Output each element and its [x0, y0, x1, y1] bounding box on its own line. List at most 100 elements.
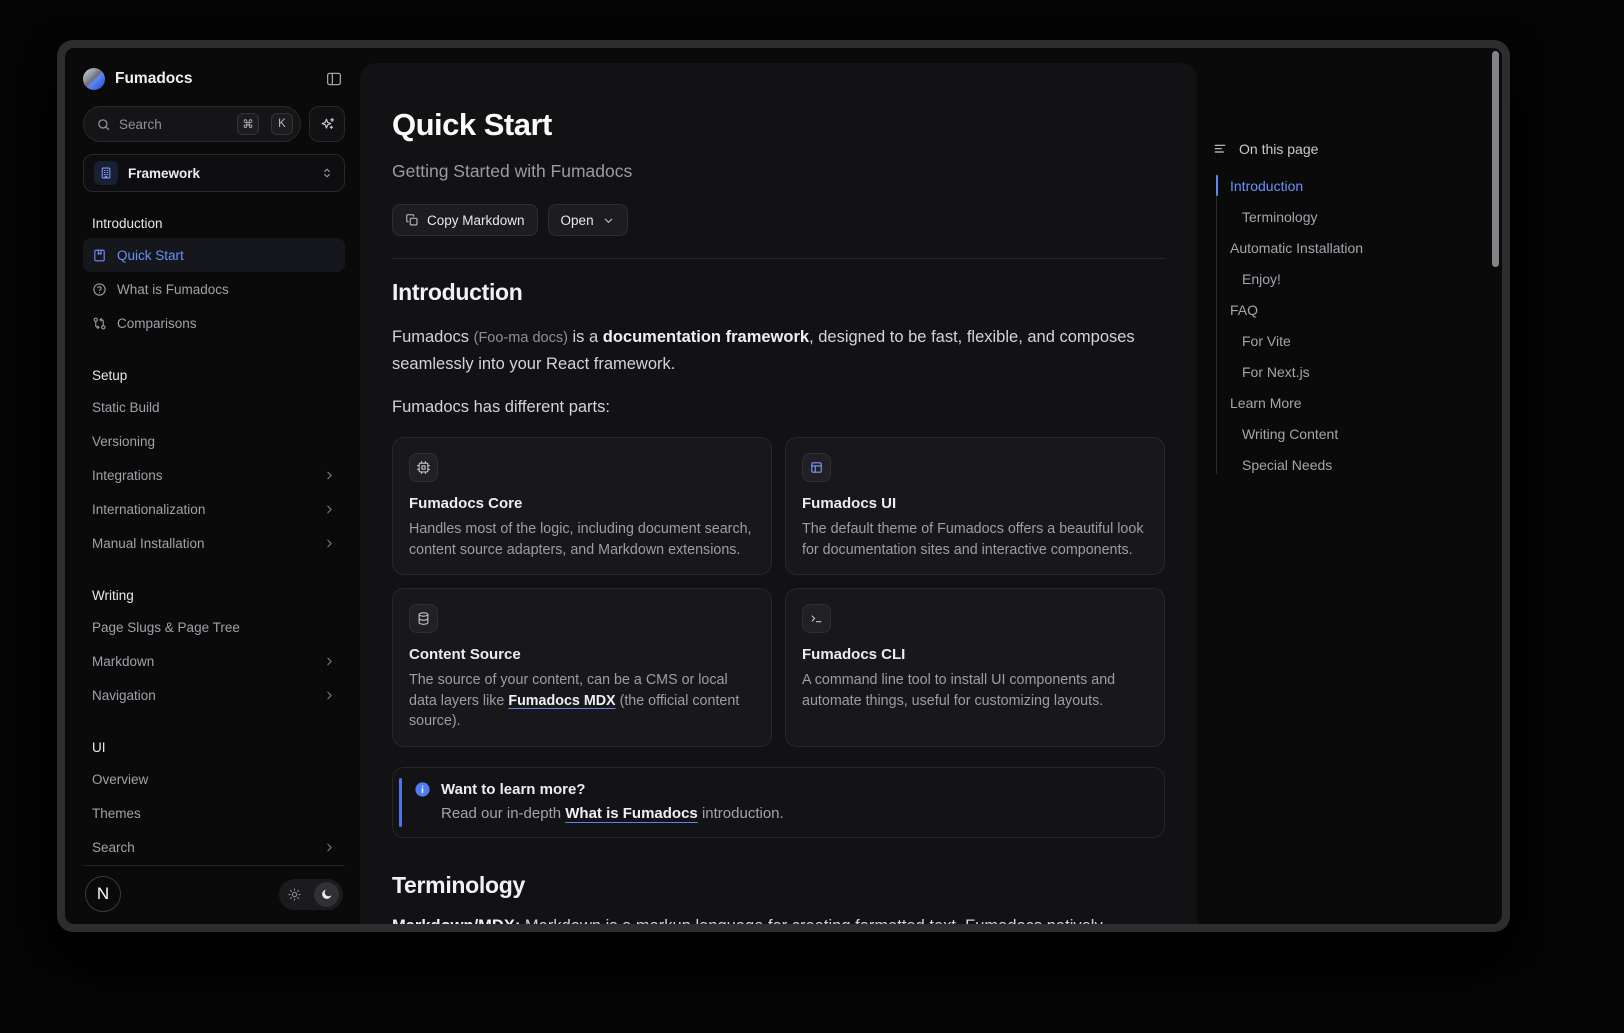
sidebar-item-static-build[interactable]: Static Build	[83, 390, 345, 424]
main-content: Quick Start Getting Started with Fumadoc…	[360, 63, 1197, 924]
sidebar-item-label: Integrations	[92, 468, 163, 483]
toc-item-terminology[interactable]: Terminology	[1213, 201, 1489, 232]
sidebar-item-markdown[interactable]: Markdown	[83, 644, 345, 678]
toc-item-enjoy[interactable]: Enjoy!	[1213, 263, 1489, 294]
toc-list: Introduction Terminology Automatic Insta…	[1213, 170, 1489, 480]
sidebar-item-label: What is Fumadocs	[117, 282, 229, 297]
chevron-down-icon	[602, 214, 615, 227]
sidebar-item-label: Static Build	[92, 400, 160, 415]
callout-body: Read our in-depth What is Fumadocs intro…	[414, 805, 1148, 822]
git-compare-icon	[92, 316, 107, 331]
nextjs-logo-letter: N	[97, 884, 109, 904]
sidebar-item-internationalization[interactable]: Internationalization	[83, 492, 345, 526]
card-fumadocs-core[interactable]: Fumadocs Core Handles most of the logic,…	[392, 437, 772, 575]
page-title: Quick Start	[392, 107, 1165, 143]
nav-section-setup: Setup	[83, 360, 345, 390]
search-row: Search ⌘ K	[83, 106, 345, 142]
toc-item-automatic-installation[interactable]: Automatic Installation	[1213, 232, 1489, 263]
introduction-paragraph: Fumadocs (Foo-ma docs) is a documentatio…	[392, 324, 1165, 378]
callout-title: Want to learn more?	[441, 781, 585, 798]
database-icon	[409, 604, 438, 633]
open-label: Open	[561, 213, 594, 228]
chevron-right-icon	[323, 537, 336, 550]
building-icon	[94, 161, 118, 185]
chevron-right-icon	[323, 655, 336, 668]
sidebar-header: Fumadocs	[83, 60, 345, 98]
sidebar-item-integrations[interactable]: Integrations	[83, 458, 345, 492]
toc-item-for-nextjs[interactable]: For Next.js	[1213, 356, 1489, 387]
card-title: Fumadocs CLI	[802, 646, 1148, 663]
sidebar-item-themes[interactable]: Themes	[83, 796, 345, 830]
sidebar-item-versioning[interactable]: Versioning	[83, 424, 345, 458]
card-content-source[interactable]: Content Source The source of your conten…	[392, 588, 772, 747]
toc-item-introduction[interactable]: Introduction	[1213, 170, 1489, 201]
sidebar: Fumadocs Search ⌘ K	[65, 48, 361, 924]
nav-section-ui: UI	[83, 732, 345, 762]
chevrons-up-down-icon	[320, 166, 334, 180]
toc-item-special-needs[interactable]: Special Needs	[1213, 449, 1489, 480]
book-icon	[92, 248, 107, 263]
callout-accent-bar	[399, 778, 402, 827]
copy-icon	[405, 213, 419, 227]
search-placeholder: Search	[119, 117, 229, 132]
terminal-icon	[802, 604, 831, 633]
sidebar-item-manual-installation[interactable]: Manual Installation	[83, 526, 345, 560]
sidebar-item-label: Comparisons	[117, 316, 197, 331]
framework-select-value: Framework	[128, 166, 200, 181]
cpu-icon	[409, 453, 438, 482]
sidebar-item-quick-start[interactable]: Quick Start	[83, 238, 345, 272]
sidebar-item-comparisons[interactable]: Comparisons	[83, 306, 345, 340]
section-divider	[392, 258, 1165, 259]
copy-markdown-label: Copy Markdown	[427, 213, 525, 228]
toc-item-learn-more[interactable]: Learn More	[1213, 387, 1489, 418]
page-subtitle: Getting Started with Fumadocs	[392, 161, 1165, 182]
feature-cards: Fumadocs Core Handles most of the logic,…	[392, 437, 1165, 747]
sidebar-item-navigation[interactable]: Navigation	[83, 678, 345, 712]
card-fumadocs-cli[interactable]: Fumadocs CLI A command line tool to inst…	[785, 588, 1165, 747]
sidebar-item-label: Versioning	[92, 434, 155, 449]
kbd-k: K	[271, 113, 293, 135]
toc-item-for-vite[interactable]: For Vite	[1213, 325, 1489, 356]
sparkles-icon	[319, 116, 336, 133]
intro-text: is a	[568, 328, 603, 346]
sidebar-item-label: Manual Installation	[92, 536, 205, 551]
search-input[interactable]: Search ⌘ K	[83, 106, 301, 142]
sun-icon[interactable]	[283, 887, 302, 902]
intro-bold-text: documentation framework	[603, 328, 809, 346]
sidebar-item-page-slugs[interactable]: Page Slugs & Page Tree	[83, 610, 345, 644]
chevron-right-icon	[323, 841, 336, 854]
sidebar-item-label: Navigation	[92, 688, 156, 703]
collapse-sidebar-button[interactable]	[323, 68, 345, 90]
copy-markdown-button[interactable]: Copy Markdown	[392, 204, 538, 236]
sidebar-item-overview[interactable]: Overview	[83, 762, 345, 796]
layout-icon	[802, 453, 831, 482]
fumadocs-mdx-link[interactable]: Fumadocs MDX	[508, 693, 615, 709]
framework-select[interactable]: Framework	[83, 154, 345, 192]
brand-title: Fumadocs	[115, 70, 193, 88]
app-surface: Fumadocs Search ⌘ K	[65, 48, 1502, 924]
scrollbar-thumb[interactable]	[1492, 51, 1499, 267]
card-description: The default theme of Fumadocs offers a b…	[802, 519, 1148, 560]
moon-icon[interactable]	[314, 882, 339, 907]
theme-toggle[interactable]	[279, 879, 343, 910]
toc-header: On this page	[1213, 136, 1489, 162]
sidebar-item-what-is-fumadocs[interactable]: What is Fumadocs	[83, 272, 345, 306]
sidebar-item-search[interactable]: Search	[83, 830, 345, 859]
sidebar-footer: N	[83, 865, 345, 914]
sidebar-item-label: Search	[92, 840, 135, 855]
callout-text: introduction.	[698, 805, 784, 822]
ai-assistant-button[interactable]	[309, 106, 345, 142]
what-is-fumadocs-link[interactable]: What is Fumadocs	[565, 805, 698, 822]
card-description: Handles most of the logic, including doc…	[409, 519, 755, 560]
toc-item-writing-content[interactable]: Writing Content	[1213, 418, 1489, 449]
card-title: Fumadocs UI	[802, 495, 1148, 512]
sidebar-item-label: Page Slugs & Page Tree	[92, 620, 240, 635]
toc-item-faq[interactable]: FAQ	[1213, 294, 1489, 325]
callout-header: Want to learn more?	[414, 781, 1148, 798]
card-fumadocs-ui[interactable]: Fumadocs UI The default theme of Fumadoc…	[785, 437, 1165, 575]
open-menu-button[interactable]: Open	[548, 204, 628, 236]
callout-text: Read our in-depth	[441, 805, 565, 822]
align-left-icon	[1213, 141, 1229, 157]
info-icon	[414, 781, 431, 798]
nextjs-logo[interactable]: N	[85, 876, 121, 912]
